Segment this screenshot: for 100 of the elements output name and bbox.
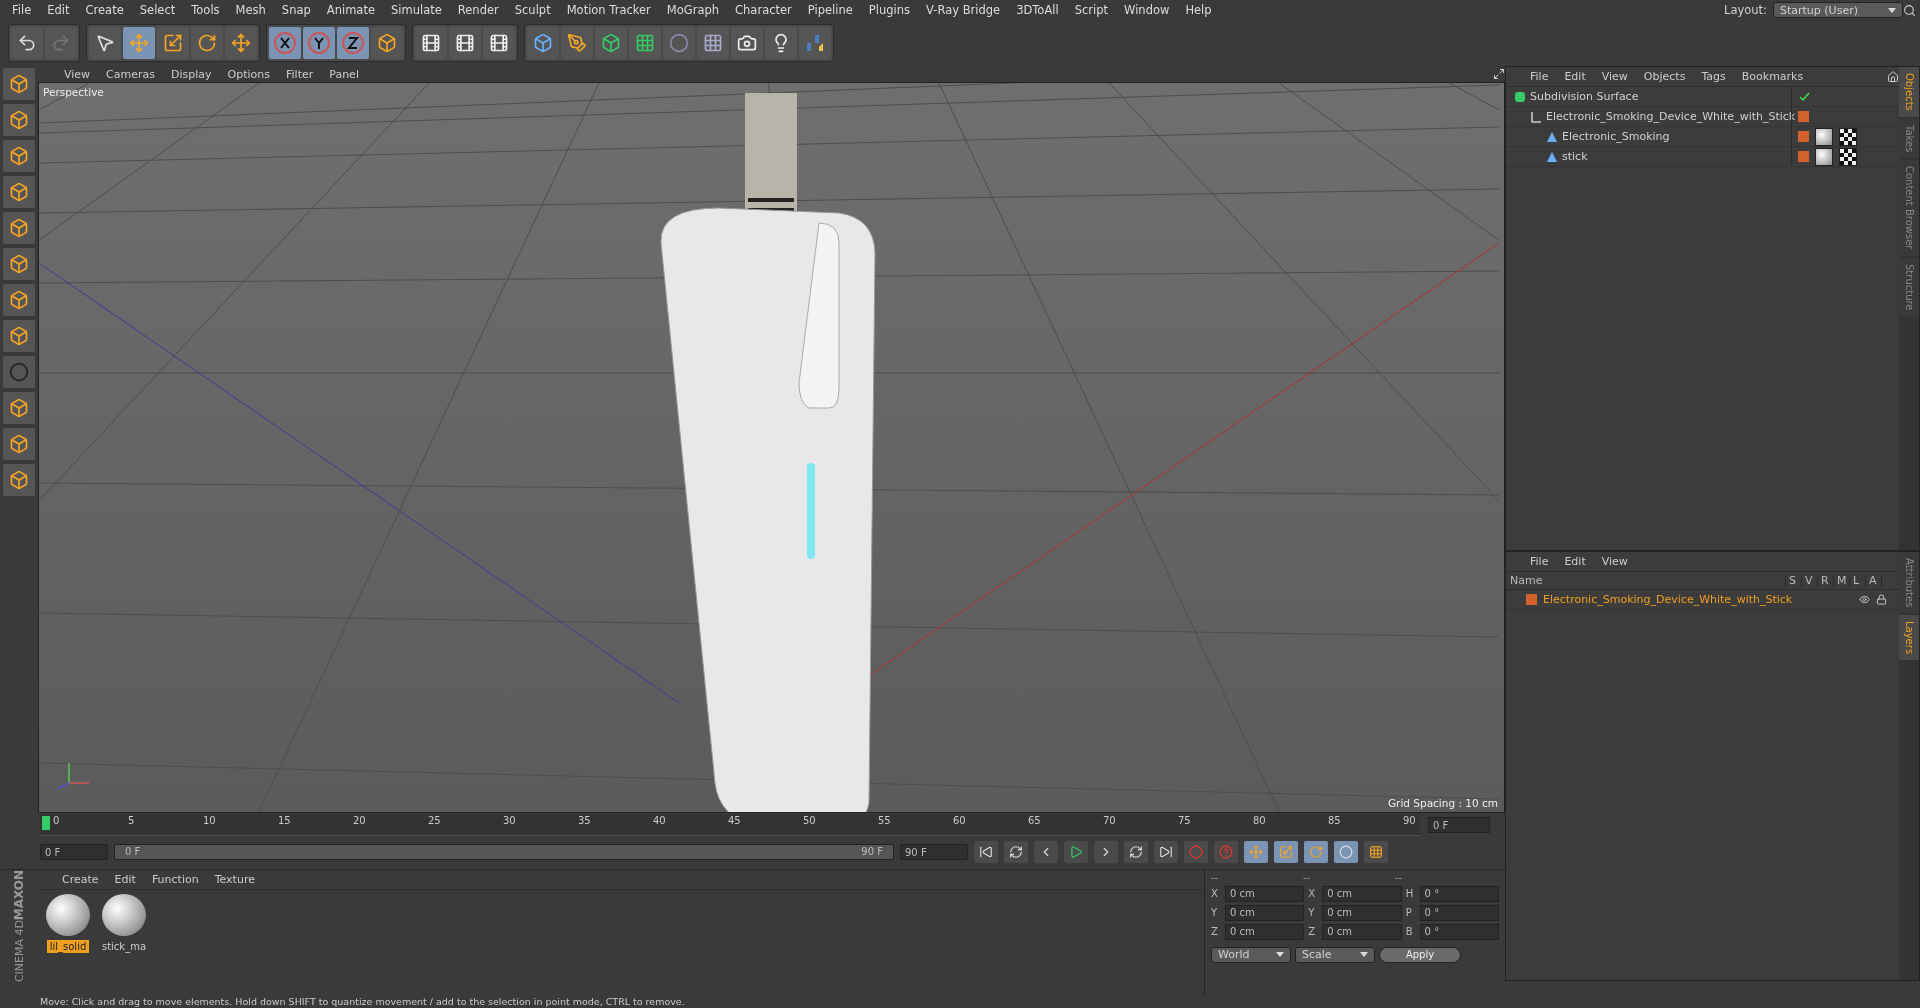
apply-button[interactable]: Apply <box>1379 946 1461 963</box>
frame-tick-label: 5 <box>128 815 135 827</box>
layer-menu-item[interactable]: File <box>1522 555 1557 568</box>
menu-item[interactable]: Select <box>131 3 184 17</box>
menu-item[interactable]: Motion Tracker <box>558 3 659 17</box>
frame-tick-label: 35 <box>578 815 591 827</box>
menu-item[interactable]: Create <box>77 3 132 17</box>
coordinate-field[interactable]: 0 cm <box>1322 904 1402 921</box>
viewport-menu-item[interactable]: Panel <box>321 67 367 81</box>
axis-label: Z <box>1211 926 1219 938</box>
column-header: R <box>1818 574 1834 587</box>
viewport[interactable]: Perspective Grid Spacing : 10 cm <box>38 82 1505 814</box>
viewport-menu-item[interactable]: Filter <box>278 67 322 81</box>
column-header: L <box>1850 574 1866 587</box>
current-frame-field[interactable]: 0 F <box>1428 817 1490 834</box>
range-end-label: 90 F <box>861 846 883 858</box>
coordinate-field[interactable]: 0 ° <box>1419 885 1500 902</box>
frame-tick-label: 55 <box>878 815 891 827</box>
side-tab[interactable]: Layers <box>1899 615 1919 661</box>
menu-item[interactable]: V-Ray Bridge <box>918 3 1009 17</box>
frame-tick-label: 15 <box>278 815 291 827</box>
menu-item[interactable]: Help <box>1177 3 1220 17</box>
menu-item[interactable]: Character <box>727 3 800 17</box>
coordinate-field[interactable]: 0 cm <box>1224 923 1305 940</box>
grid-spacing-label: Grid Spacing : 10 cm <box>1387 797 1498 810</box>
coordinate-field[interactable]: 0 cm <box>1224 885 1305 902</box>
object-menu-item[interactable]: View <box>1593 70 1636 83</box>
viewport-menu-item[interactable]: View <box>56 67 99 81</box>
layout-dropdown[interactable]: Startup (User) <box>1773 2 1903 18</box>
start-frame-field[interactable]: 0 F <box>40 844 108 861</box>
object-menu-item[interactable]: Bookmarks <box>1733 70 1812 83</box>
status-text: Move: Click and drag to move elements. Hold down SHIFT to quantize movement / add to the selection in point mode, CTRL to remove. <box>40 996 685 1007</box>
menu-item[interactable]: Script <box>1066 3 1117 17</box>
menu-item[interactable]: Sculpt <box>506 3 559 17</box>
coordinate-field[interactable]: 0 ° <box>1419 923 1500 940</box>
transform-dropdown[interactable]: Scale <box>1295 946 1375 963</box>
object-menu-item[interactable]: Tags <box>1693 70 1734 83</box>
column-header: Name <box>1506 574 1786 587</box>
layer-menu-item[interactable]: Edit <box>1556 555 1594 568</box>
frame-range-slider[interactable]: 0 F 90 F <box>114 844 894 861</box>
frame-tick-label: 60 <box>953 815 966 827</box>
menu-item[interactable]: Pipeline <box>799 3 861 17</box>
frame-tick-label: 50 <box>803 815 816 827</box>
coordinate-header: -- <box>1211 871 1220 883</box>
end-frame-field[interactable]: 90 F <box>900 844 968 861</box>
axis-label: Y <box>1211 907 1219 919</box>
viewport-menu-item[interactable]: Options <box>219 67 278 81</box>
frame-tick-label: 65 <box>1028 815 1041 827</box>
material-name[interactable]: lil_solid <box>46 939 90 953</box>
layer-menu-item[interactable]: View <box>1593 555 1636 568</box>
object-menu-item[interactable]: Objects <box>1635 70 1694 83</box>
menu-item[interactable]: Simulate <box>383 3 450 17</box>
coordinate-mode-dropdown[interactable]: World <box>1211 946 1291 963</box>
coordinate-header: -- <box>1395 871 1404 883</box>
menu-item[interactable]: Mesh <box>227 3 274 17</box>
menu-item[interactable]: Tools <box>183 3 228 17</box>
axis-label: Y <box>1308 907 1316 919</box>
column-header: M <box>1834 574 1850 587</box>
menu-item[interactable]: Render <box>449 3 507 17</box>
frame-tick-label: 45 <box>728 815 741 827</box>
frame-tick-label: 90 <box>1403 815 1416 827</box>
object-name[interactable]: stick <box>1562 150 1588 163</box>
frame-tick-label: 85 <box>1328 815 1341 827</box>
material-menu-item[interactable]: Texture <box>206 872 263 886</box>
object-menu-item[interactable]: Edit <box>1556 70 1594 83</box>
maker-logo-text: MAXON <box>12 869 26 920</box>
coordinate-field[interactable]: 0 cm <box>1224 904 1305 921</box>
viewport-menu-item[interactable]: Cameras <box>98 67 163 81</box>
timeline-ruler[interactable]: 0 5 10 15 20 25 30 35 40 45 50 55 60 65 70 75 80 85 90 <box>40 814 1420 837</box>
axis-label: X <box>1211 888 1219 900</box>
object-name[interactable]: Electronic_Smoking <box>1562 130 1670 143</box>
menu-item[interactable]: MoGraph <box>658 3 728 17</box>
coordinate-field[interactable]: 0 ° <box>1419 904 1500 921</box>
object-menu-item[interactable]: File <box>1522 70 1557 83</box>
material-name[interactable]: stick_ma <box>98 939 150 953</box>
frame-tick-label: 40 <box>653 815 666 827</box>
object-name[interactable]: Electronic_Smoking_Device_White_with_Stick <box>1546 110 1796 123</box>
material-menu-item[interactable]: Create <box>54 872 107 886</box>
menu-item[interactable]: Animate <box>318 3 383 17</box>
coordinate-field[interactable]: 0 cm <box>1322 885 1402 902</box>
object-name[interactable]: Subdivision Surface <box>1530 90 1639 103</box>
camera-label: Perspective <box>43 86 104 98</box>
menu-item[interactable]: Edit <box>39 3 78 17</box>
product-logo-text: CINEMA 4D <box>12 919 26 982</box>
menu-item[interactable]: Plugins <box>860 3 919 17</box>
side-tab[interactable]: Objects <box>1899 67 1919 117</box>
layer-name[interactable]: Electronic_Smoking_Device_White_with_Stick <box>1543 593 1793 606</box>
coordinate-field[interactable]: 0 cm <box>1322 923 1402 940</box>
menu-item[interactable]: Window <box>1116 3 1178 17</box>
frame-tick-label: 75 <box>1178 815 1191 827</box>
column-header: A <box>1866 574 1882 587</box>
layout-label: Layout: <box>1724 3 1767 17</box>
axis-label: B <box>1405 926 1414 938</box>
menu-item[interactable]: File <box>4 3 40 17</box>
menu-item[interactable]: 3DToAll <box>1008 3 1067 17</box>
frame-tick-label: 30 <box>503 815 516 827</box>
viewport-menu-item[interactable]: Display <box>163 67 220 81</box>
menu-item[interactable]: Snap <box>273 3 319 17</box>
material-menu-item[interactable]: Edit <box>106 872 144 886</box>
material-menu-item[interactable]: Function <box>143 872 207 886</box>
